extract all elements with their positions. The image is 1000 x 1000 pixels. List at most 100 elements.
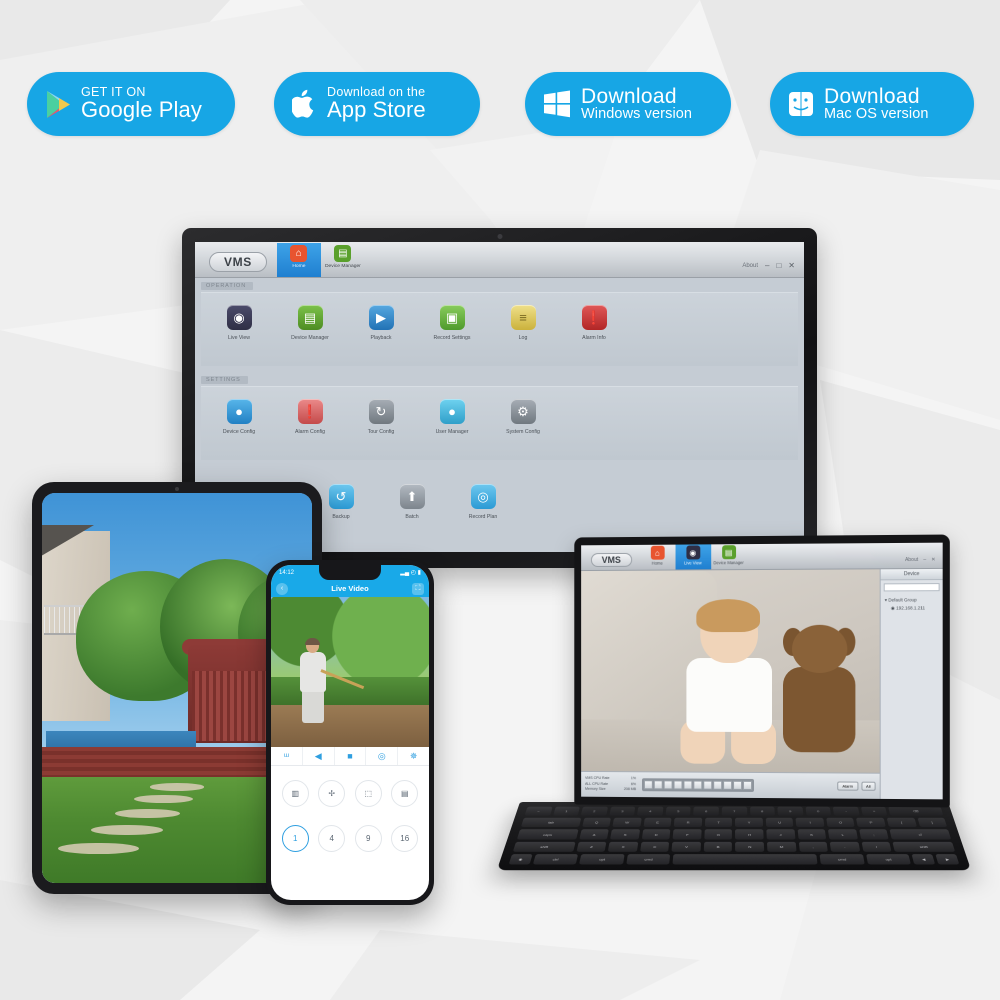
tablet-close-button[interactable]: ✕: [931, 557, 935, 563]
app-icon-playback[interactable]: ▶ Playback: [359, 305, 403, 342]
key[interactable]: P: [857, 818, 886, 827]
app-icon-live-view[interactable]: ◉ Live View: [217, 305, 261, 342]
tablet-minimize-button[interactable]: –: [923, 557, 926, 563]
key-return[interactable]: ⏎: [890, 830, 951, 840]
key[interactable]: O: [826, 818, 855, 827]
key-option[interactable]: opt: [579, 854, 624, 865]
key-arrow-left[interactable]: ◀: [912, 854, 935, 865]
key[interactable]: ]: [917, 818, 947, 827]
device-tree-camera[interactable]: ◉ 192.168.1.211: [885, 604, 939, 612]
app-icon-device-config[interactable]: ● Device Config: [217, 399, 261, 436]
microphone-icon[interactable]: ᵚ: [271, 747, 303, 765]
key[interactable]: Z: [576, 842, 607, 852]
key-shift-right[interactable]: shift: [893, 842, 956, 852]
key[interactable]: V: [672, 842, 701, 852]
close-button[interactable]: ✕: [788, 261, 795, 270]
app-icon-user-manager[interactable]: ● User Manager: [430, 399, 474, 436]
maximize-button[interactable]: □: [776, 261, 781, 270]
key[interactable]: 1: [553, 807, 580, 816]
camera-icon[interactable]: ◎: [366, 747, 398, 765]
key[interactable]: E: [643, 818, 672, 827]
layout-button[interactable]: [703, 781, 712, 790]
layout-button[interactable]: [713, 781, 722, 790]
key[interactable]: 4: [637, 807, 663, 816]
key[interactable]: R: [674, 818, 702, 827]
fullscreen-icon[interactable]: ⛶: [412, 583, 424, 595]
key[interactable]: Q: [582, 818, 611, 827]
app-store-badge[interactable]: Download on the App Store: [274, 72, 480, 136]
layout-button[interactable]: [644, 780, 653, 789]
back-icon[interactable]: ‹: [276, 583, 288, 595]
app-icon-batch[interactable]: ⬆ Batch: [390, 484, 434, 521]
app-icon-log[interactable]: ≡ Log: [501, 305, 545, 342]
ptz-pad-icon[interactable]: ✢: [318, 780, 345, 807]
key[interactable]: X: [608, 842, 638, 852]
split-option-9[interactable]: 9: [355, 825, 382, 852]
layout-button[interactable]: [683, 781, 692, 790]
video-record-icon[interactable]: ■: [335, 747, 367, 765]
mac-os-badge[interactable]: Download Mac OS version: [770, 72, 974, 136]
about-button[interactable]: About: [742, 263, 758, 269]
key-arrow-right[interactable]: ▶: [936, 854, 960, 865]
tablet-tab-live-view[interactable]: ◉ Live View: [675, 544, 711, 569]
key[interactable]: -: [833, 807, 860, 816]
key[interactable]: 3: [609, 807, 636, 816]
key[interactable]: L: [828, 830, 858, 840]
key[interactable]: N: [736, 842, 765, 852]
layout-button[interactable]: [664, 780, 673, 789]
key[interactable]: U: [766, 818, 794, 827]
key-space[interactable]: [673, 854, 818, 865]
phone-live-video[interactable]: [271, 597, 429, 747]
key[interactable]: .: [830, 842, 860, 852]
key-command-right[interactable]: cmd: [820, 854, 865, 865]
key[interactable]: J: [766, 830, 795, 840]
tablet-tab-home[interactable]: ⌂ Home: [640, 545, 676, 570]
key-shift-left[interactable]: shift: [513, 842, 576, 852]
alarm-button[interactable]: Alarm: [837, 781, 858, 790]
app-icon-alarm-config[interactable]: ❗ Alarm Config: [288, 399, 332, 436]
split-view-icon[interactable]: ▥: [282, 780, 309, 807]
key[interactable]: I: [796, 818, 825, 827]
app-icon-tour-config[interactable]: ↻ Tour Config: [359, 399, 403, 436]
device-tree-group[interactable]: ▾ Default Group: [885, 596, 939, 604]
key[interactable]: ~: [525, 807, 553, 816]
key[interactable]: F: [673, 830, 702, 840]
key[interactable]: S: [610, 830, 640, 840]
key[interactable]: H: [736, 830, 764, 840]
minimize-button[interactable]: –: [765, 261, 769, 270]
key[interactable]: 6: [694, 807, 719, 816]
tablet-about-button[interactable]: About: [905, 557, 918, 563]
key[interactable]: /: [861, 842, 892, 852]
app-icon-record-settings[interactable]: ▣ Record Settings: [430, 305, 474, 342]
key[interactable]: ;: [859, 830, 889, 840]
key[interactable]: A: [579, 830, 609, 840]
key-caps-lock[interactable]: caps: [517, 830, 578, 840]
app-icon-system-config[interactable]: ⚙ System Config: [501, 399, 545, 436]
app-icon-backup[interactable]: ↺ Backup: [319, 484, 363, 521]
app-icon-record-plan[interactable]: ◎ Record Plan: [461, 484, 505, 521]
key-tab[interactable]: tab: [521, 818, 581, 827]
ptz-icon[interactable]: ✵: [398, 747, 429, 765]
live-video-pane[interactable]: [581, 569, 880, 799]
key[interactable]: [: [887, 818, 917, 827]
layout-button[interactable]: [674, 780, 683, 789]
split-option-1[interactable]: 1: [282, 825, 309, 852]
device-icon[interactable]: ▤: [391, 780, 418, 807]
key-backspace[interactable]: ⌫: [888, 807, 943, 816]
layout-button-fullscreen[interactable]: [743, 781, 752, 790]
tab-device-manager[interactable]: ▤ Device Manager: [321, 243, 365, 277]
tablet-tab-device-manager[interactable]: ▤ Device Manager: [711, 544, 747, 569]
key-command-left[interactable]: cmd: [626, 854, 670, 865]
layout-button[interactable]: [654, 780, 663, 789]
all-button[interactable]: All: [861, 782, 876, 791]
key[interactable]: C: [640, 842, 670, 852]
split-option-4[interactable]: 4: [318, 825, 345, 852]
tab-home[interactable]: ⌂ Home: [277, 243, 321, 277]
key[interactable]: K: [797, 830, 826, 840]
key[interactable]: G: [704, 830, 732, 840]
key-globe[interactable]: ◉: [509, 854, 533, 865]
split-option-16[interactable]: 16: [391, 825, 418, 852]
layout-button[interactable]: [693, 781, 702, 790]
google-play-badge[interactable]: GET IT ON Google Play: [27, 72, 235, 136]
layout-button[interactable]: [723, 781, 732, 790]
